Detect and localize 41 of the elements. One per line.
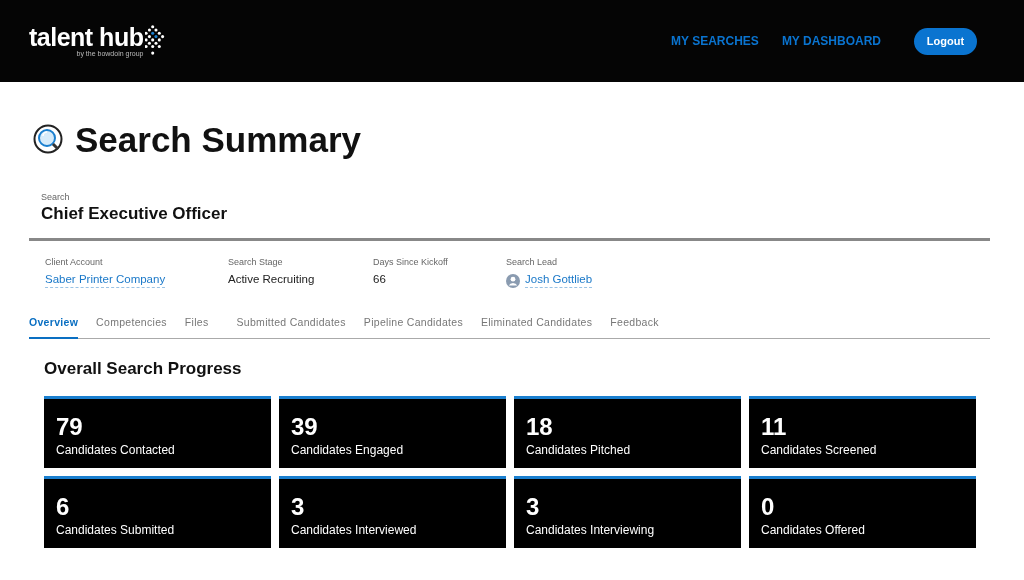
stat-label: Candidates Submitted: [56, 523, 176, 537]
tab[interactable]: Overview: [29, 316, 79, 339]
stat-value: 39: [291, 414, 319, 440]
stat-label: Candidates Screened: [761, 443, 878, 457]
field-label: Search Stage: [228, 257, 284, 267]
nav-link[interactable]: MY DASHBOARD: [781, 34, 881, 48]
tab[interactable]: Pipeline Candidates: [363, 316, 463, 339]
nav-link[interactable]: MY SEARCHES: [671, 34, 759, 48]
detail-value: Active Recruiting: [228, 273, 315, 285]
search-title: Chief Executive Officer: [41, 204, 229, 224]
stat-value: 11: [761, 414, 788, 440]
logo-name: talent hub: [29, 24, 144, 50]
stat-label: Candidates Interviewed: [291, 523, 418, 537]
field-label: Days Since Kickoff: [373, 257, 449, 267]
tab[interactable]: Competencies: [96, 316, 167, 339]
stat-value: 3: [291, 494, 306, 520]
stat-label: Candidates Pitched: [526, 443, 632, 457]
tab[interactable]: Files: [184, 316, 209, 339]
tab[interactable]: Submitted Candidates: [236, 316, 346, 339]
field-label: Search: [41, 192, 71, 202]
field-label: Search Lead: [506, 257, 559, 267]
logout-button[interactable]: Logout: [914, 27, 977, 55]
field-label: Client Account: [45, 257, 104, 267]
page-title: Search Summary: [75, 120, 361, 160]
stat-label: Candidates Offered: [761, 523, 866, 537]
search-icon: [33, 124, 65, 156]
stat-label: Candidates Contacted: [56, 443, 176, 457]
stat-label: Candidates Interviewing: [526, 523, 656, 537]
stat-value: 18: [526, 414, 554, 440]
tab[interactable]: Feedback: [610, 316, 659, 339]
tab[interactable]: Eliminated Candidates: [480, 316, 593, 339]
stat-value: 3: [526, 494, 541, 520]
detail-link[interactable]: Saber Printer Company: [45, 273, 166, 288]
avatar-icon: [506, 273, 520, 288]
detail-link[interactable]: Josh Gottlieb: [525, 273, 593, 288]
stat-label: Candidates Engaged: [291, 443, 405, 457]
stat-value: 79: [56, 414, 84, 440]
section-title: Overall Search Progress: [44, 359, 243, 379]
detail-value: 66: [373, 273, 386, 285]
stat-value: 0: [761, 494, 776, 520]
stat-value: 6: [56, 494, 71, 520]
